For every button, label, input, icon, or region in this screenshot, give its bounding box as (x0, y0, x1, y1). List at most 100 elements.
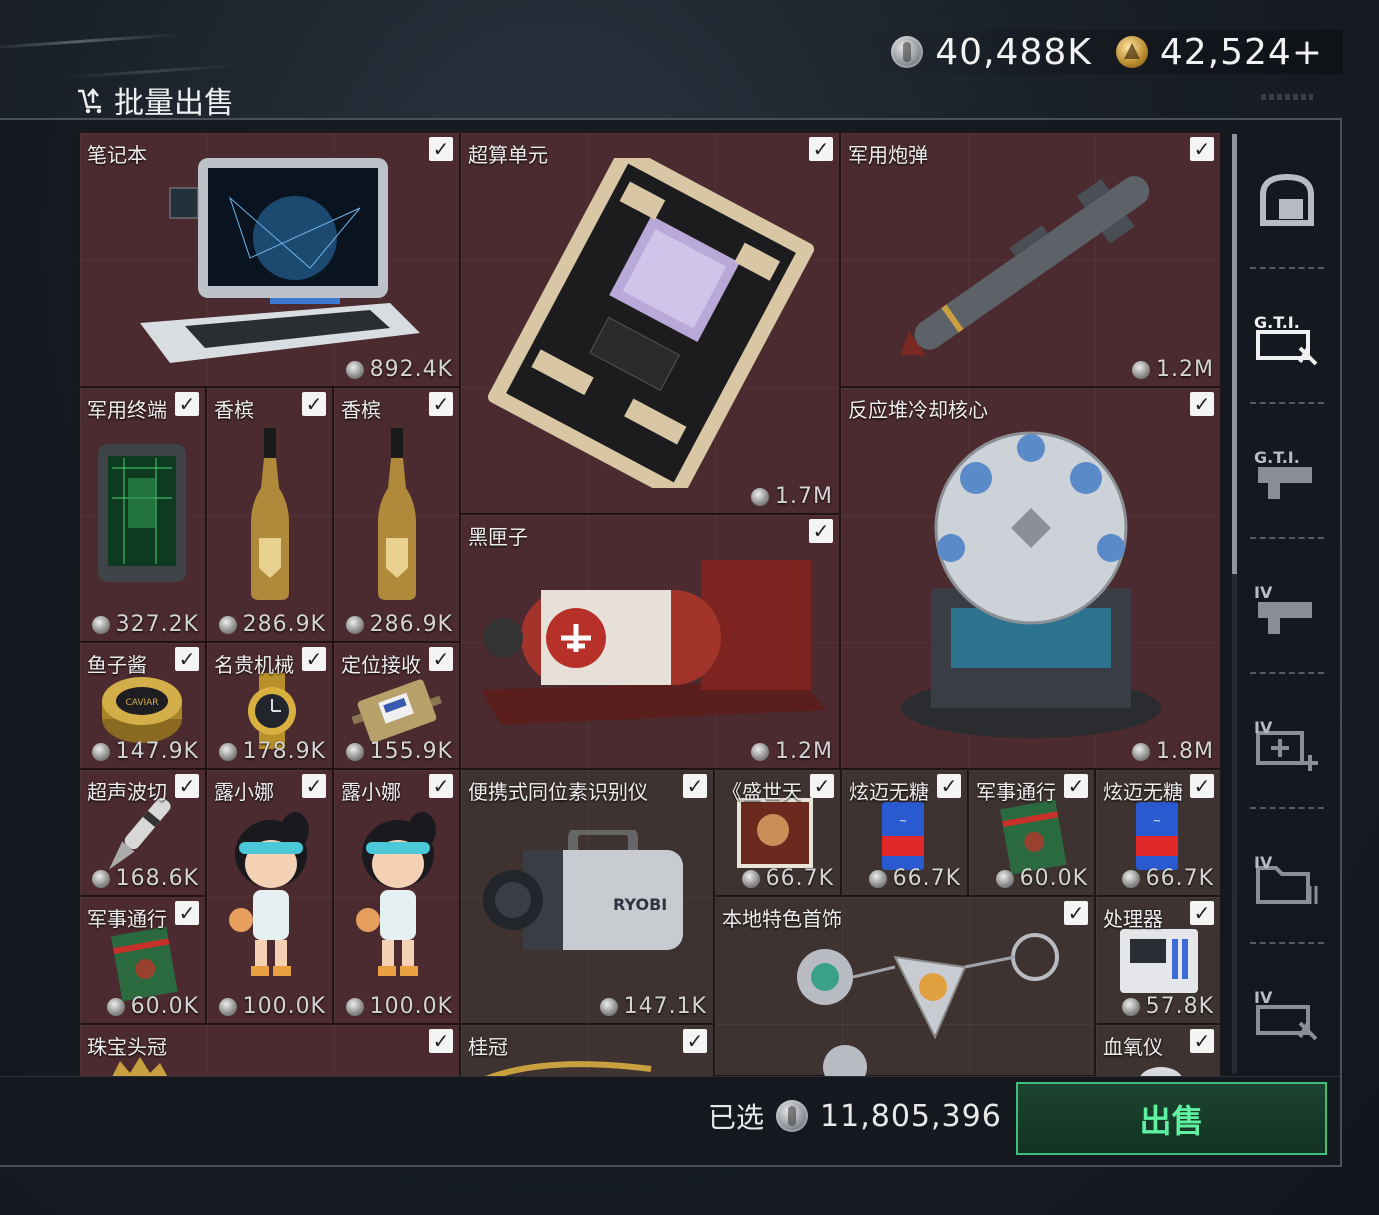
item-name: 血氧仪 (1103, 1035, 1163, 1059)
item-checkbox[interactable]: ✓ (175, 774, 199, 798)
black-box-image (481, 560, 826, 725)
item-checkbox[interactable]: ✓ (1064, 901, 1088, 925)
item-checkbox[interactable]: ✓ (683, 774, 707, 798)
item-checkbox[interactable]: ✓ (809, 519, 833, 543)
item-tile[interactable]: 军事通行 ✓ 60.0K (968, 769, 1095, 896)
gum-pack-image: ~ (1136, 802, 1178, 870)
item-checkbox[interactable]: ✓ (429, 137, 453, 161)
item-tile[interactable]: RYOBI 便携式同位素识别仪 ✓ 147.1K (460, 769, 714, 1024)
item-tile[interactable]: ~ 炫迈无糖 ✓ 66.7K (1095, 769, 1221, 896)
item-tile[interactable]: 香槟 ✓ 286.9K (206, 387, 333, 642)
category-iv-medkit[interactable]: IV (1246, 684, 1328, 794)
item-tile[interactable]: 军用炮弹 ✓ 1.2M (840, 132, 1221, 387)
scrollbar-thumb[interactable] (1232, 134, 1237, 574)
item-tile[interactable]: CAVIAR 鱼子酱 ✓ 147.9K (79, 642, 206, 769)
item-name: 珠宝头冠 (87, 1035, 167, 1059)
category-bag[interactable] (1246, 144, 1328, 254)
grid-scrollbar[interactable] (1232, 134, 1237, 1074)
item-checkbox[interactable]: ✓ (937, 774, 961, 798)
item-tile[interactable]: 珠宝头冠 ✓ (79, 1024, 460, 1076)
item-checkbox[interactable]: ✓ (1190, 1029, 1214, 1053)
item-tile[interactable]: ~ 炫迈无糖 ✓ 66.7K (841, 769, 968, 896)
gum-pack-image: ~ (882, 802, 924, 870)
item-checkbox[interactable]: ✓ (175, 392, 199, 416)
item-tile[interactable]: 桂冠 ✓ (460, 1024, 714, 1076)
gold-amount: 42,524+ (1159, 31, 1323, 73)
item-price: 60.0K (995, 866, 1088, 891)
item-tile[interactable]: 反应堆冷却核心 ✓ 1.8M (840, 387, 1221, 769)
item-checkbox[interactable]: ✓ (1064, 774, 1088, 798)
item-tile[interactable]: 香槟 ✓ 286.9K (333, 387, 460, 642)
item-name: 超声波切 (87, 780, 167, 804)
coin-icon (106, 997, 125, 1016)
item-checkbox[interactable]: ✓ (175, 647, 199, 671)
category-divider (1250, 537, 1324, 539)
item-name: 露小娜 (214, 780, 274, 804)
coin-icon (751, 742, 770, 761)
luxury-watch-image (248, 673, 296, 749)
selected-label: 已选 (708, 1101, 765, 1134)
item-tile[interactable]: 黑匣子 ✓ 1.2M (460, 514, 840, 769)
coin-icon (345, 615, 364, 634)
item-checkbox[interactable]: ✓ (429, 1029, 453, 1053)
page-title-text: 批量出售 (114, 86, 234, 121)
item-price: 286.9K (218, 612, 326, 637)
category-iv-tools[interactable]: IV (1246, 954, 1328, 1064)
coin-icon (345, 742, 364, 761)
category-gti-weapon[interactable]: G.T.I. (1246, 414, 1328, 524)
item-price: 1.7M (751, 484, 833, 509)
currency-bar: 40,488K 42,524+ (851, 30, 1343, 74)
item-tile[interactable]: 处理器 ✓ 57.8K (1095, 896, 1221, 1024)
item-checkbox[interactable]: ✓ (429, 774, 453, 798)
item-tile[interactable]: 《盛世天 ✓ 66.7K (714, 769, 841, 896)
coin-icon (995, 869, 1014, 888)
item-tile[interactable]: 定位接收 ✓ 155.9K (333, 642, 460, 769)
sell-button[interactable]: 出售 (1016, 1082, 1327, 1155)
item-checkbox[interactable]: ✓ (809, 137, 833, 161)
item-checkbox[interactable]: ✓ (1190, 392, 1214, 416)
coin-icon (1132, 360, 1151, 379)
item-tile[interactable]: 军用终端 ✓ 327.2K (79, 387, 206, 642)
item-checkbox[interactable]: ✓ (683, 1029, 707, 1053)
gold-currency: 42,524+ (1115, 31, 1323, 73)
item-tile[interactable]: 超算单元 ✓ 1.7M (460, 132, 840, 514)
item-name: 笔记本 (87, 143, 147, 167)
category-label: IV (1254, 718, 1273, 737)
item-checkbox[interactable]: ✓ (175, 901, 199, 925)
item-price: 327.2K (91, 612, 199, 637)
caviar-tin-label: CAVIAR (125, 698, 158, 708)
coin-icon (751, 487, 770, 506)
item-checkbox[interactable]: ✓ (1190, 137, 1214, 161)
item-tile[interactable]: 露小娜 ✓ 100.0K (206, 769, 333, 1024)
item-checkbox[interactable]: ✓ (429, 392, 453, 416)
doll-figure-image (356, 812, 436, 976)
item-checkbox[interactable]: ✓ (1190, 774, 1214, 798)
item-checkbox[interactable]: ✓ (810, 774, 834, 798)
decorative-mark (1261, 94, 1313, 100)
coin-icon (218, 742, 237, 761)
item-tile[interactable]: 名贵机械 ✓ 178.9K (206, 642, 333, 769)
item-tile[interactable]: 本地特色首饰 ✓ (714, 896, 1095, 1076)
item-checkbox[interactable]: ✓ (429, 647, 453, 671)
ryobi-label: RYOBI (613, 895, 667, 914)
champagne-image (251, 428, 289, 600)
military-pass-image (1000, 799, 1067, 874)
item-tile[interactable]: 军事通行 ✓ 60.0K (79, 896, 206, 1024)
category-iv-folder[interactable]: IV (1246, 819, 1328, 929)
category-gti-repair[interactable]: G.T.I. (1246, 279, 1328, 389)
item-name: 反应堆冷却核心 (848, 398, 988, 422)
doll-figure-image (229, 812, 309, 976)
item-tile[interactable]: 笔记本 ✓ 892.4K (79, 132, 460, 387)
category-iv-weapon[interactable]: IV (1246, 549, 1328, 659)
item-checkbox[interactable]: ✓ (302, 392, 326, 416)
item-tile[interactable]: 露小娜 ✓ 100.0K (333, 769, 460, 1024)
item-tile[interactable]: 超声波切 ✓ 168.6K (79, 769, 206, 896)
page-title: 批量出售 (76, 78, 234, 122)
coin-icon (218, 615, 237, 634)
item-checkbox[interactable]: ✓ (1190, 901, 1214, 925)
item-price: 155.9K (345, 739, 453, 764)
item-tile[interactable]: 血氧仪 ✓ (1095, 1024, 1221, 1076)
item-checkbox[interactable]: ✓ (302, 774, 326, 798)
gold-coin-icon (1115, 36, 1148, 68)
item-checkbox[interactable]: ✓ (302, 647, 326, 671)
